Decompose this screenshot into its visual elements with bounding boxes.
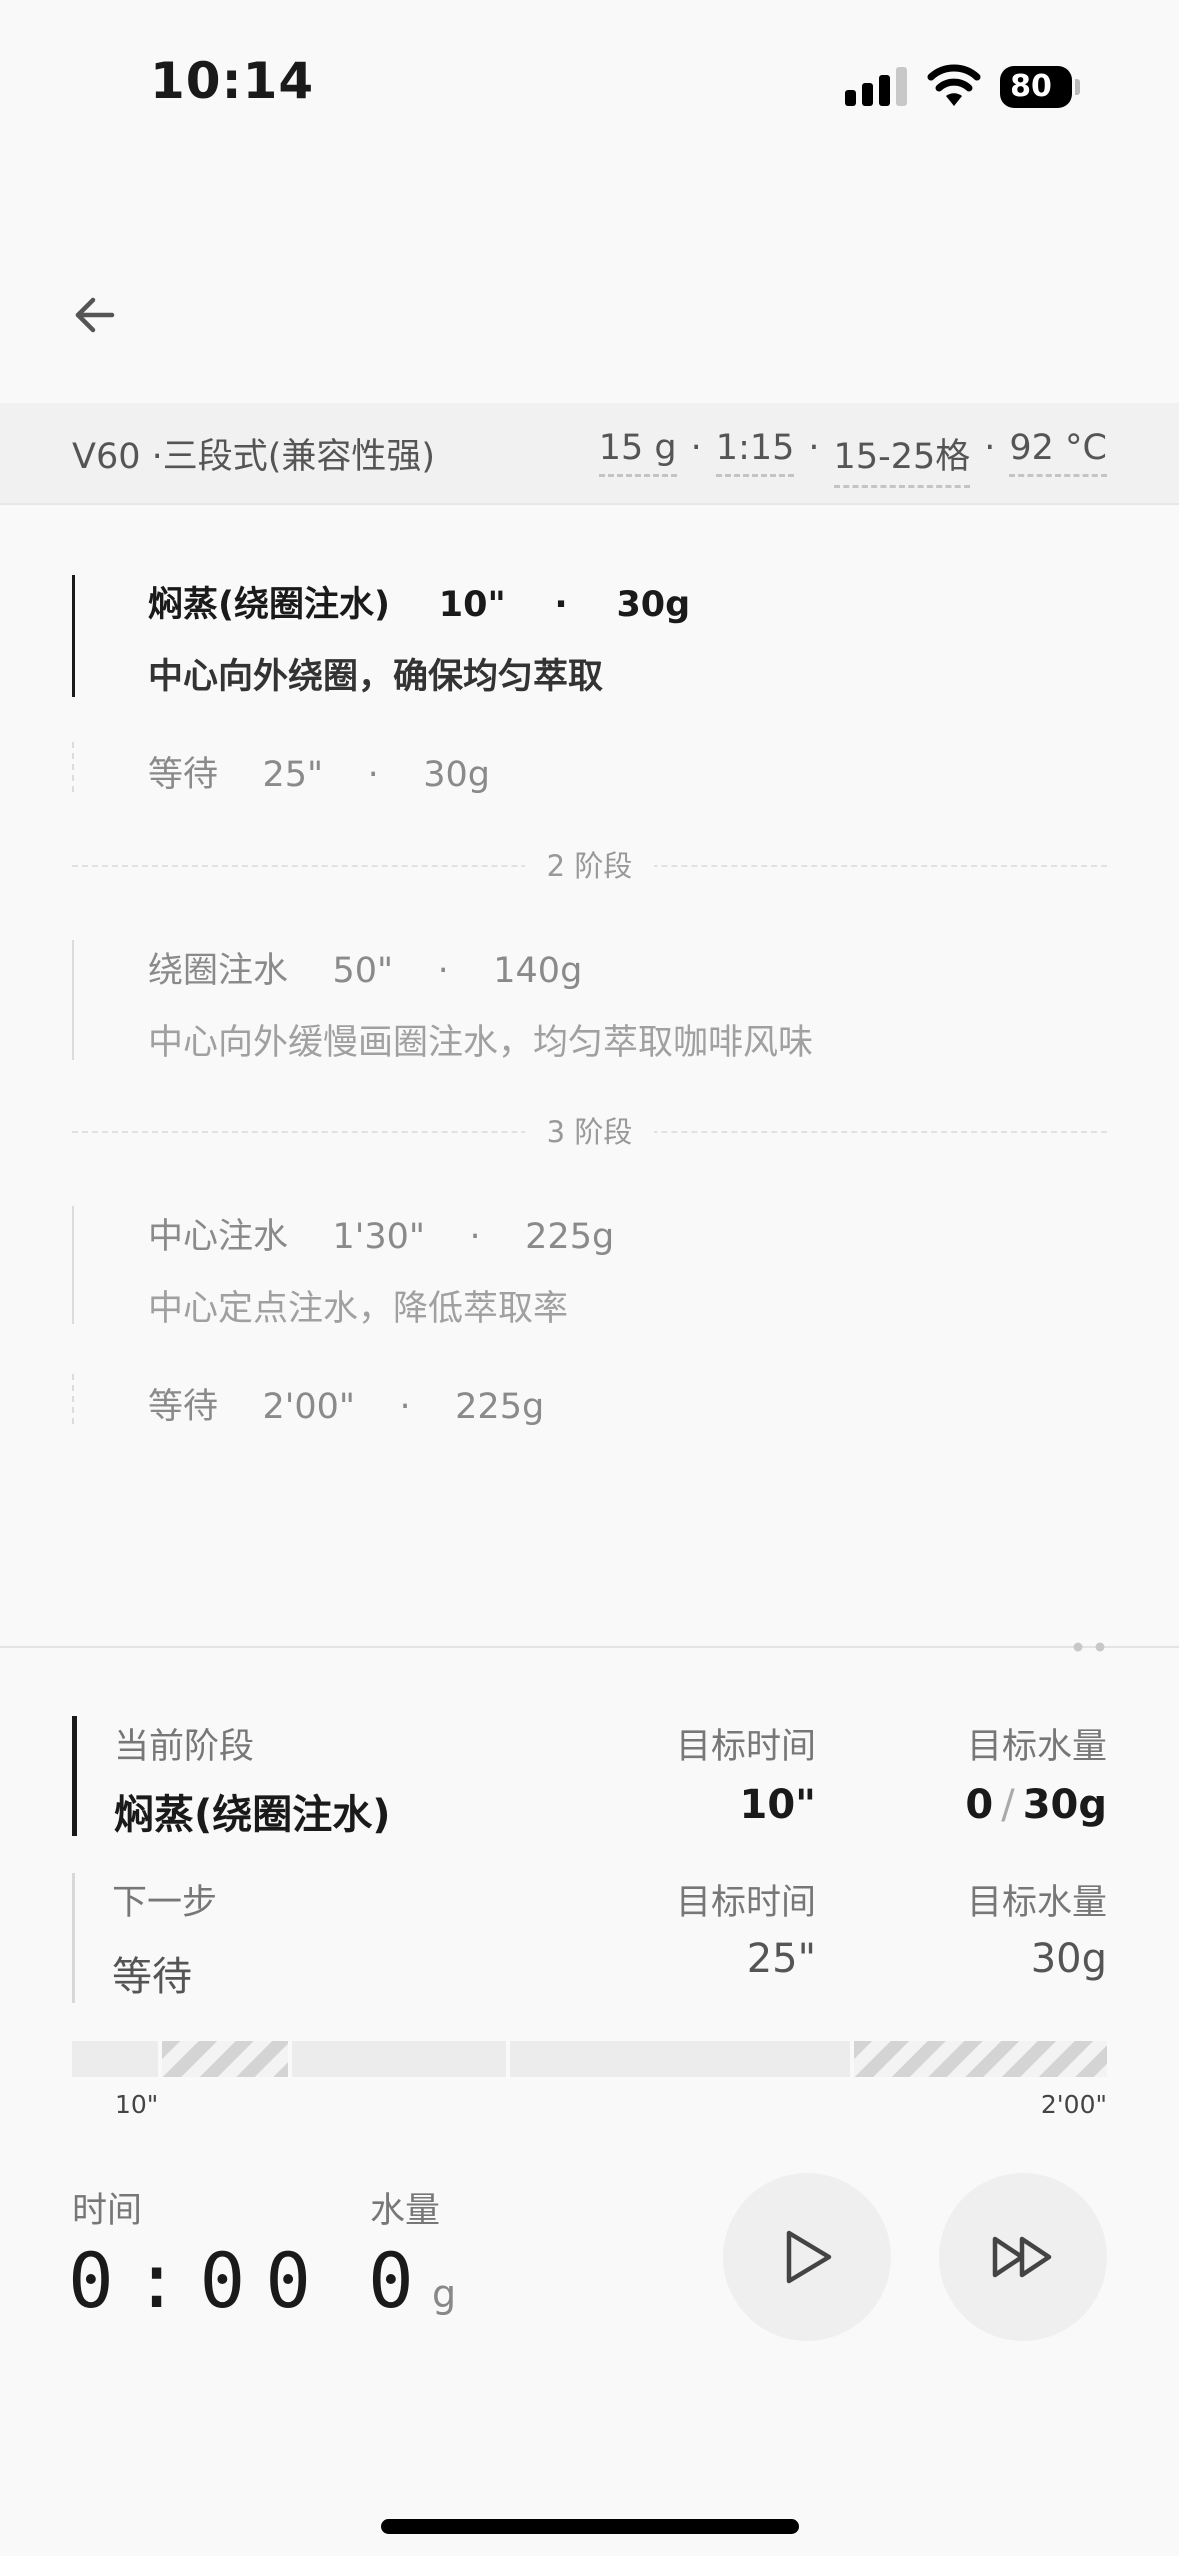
skip-button[interactable] — [939, 2173, 1107, 2341]
next-step-name: 等待 — [112, 1954, 192, 2000]
param-grind[interactable]: 15-25格 — [833, 428, 971, 488]
play-button[interactable] — [723, 2173, 891, 2341]
next-time-label: 目标时间 — [675, 1883, 816, 1923]
progress-segment — [162, 2041, 288, 2077]
water-unit: g — [432, 2272, 457, 2316]
progress-segment — [854, 2041, 1107, 2077]
battery-icon: 80 — [1000, 66, 1080, 108]
target-time-value: 10" — [739, 1782, 816, 1828]
next-time-value: 25" — [746, 1936, 816, 1982]
step-title: 等待 2'00" · 225g — [148, 1387, 545, 1427]
fast-forward-icon — [992, 2236, 1052, 2278]
brew-progress-bar — [72, 2041, 1107, 2077]
target-time-label: 目标时间 — [675, 1727, 816, 1767]
step-title: 等待 25" · 30g — [148, 755, 491, 795]
arrow-left-icon — [75, 297, 115, 333]
step-title: 焖蒸(绕圈注水) 10" · 30g — [148, 585, 691, 625]
step-note: 中心向外绕圈，确保均匀萃取 — [148, 657, 604, 697]
step-title: 中心注水 1'30" · 225g — [148, 1217, 615, 1257]
current-stage-label: 当前阶段 — [114, 1727, 255, 1767]
next-water-label: 目标水量 — [966, 1883, 1107, 1923]
progress-start-label: 10" — [115, 2090, 159, 2119]
progress-segment — [292, 2041, 506, 2077]
current-stage-name: 焖蒸(绕圈注水) — [114, 1792, 391, 1838]
wifi-icon — [927, 64, 981, 106]
param-temperature[interactable]: 92 °C — [1009, 428, 1107, 477]
battery-level: 80 — [1010, 69, 1052, 104]
param-ratio[interactable]: 1:15 — [715, 428, 795, 477]
recipe-bar: V60 ·三段式(兼容性强) 15 g · 1:15 · 15-25格 · 92 °C — [0, 403, 1179, 505]
recipe-params: 15 g · 1:15 · 15-25格 · 92 °C — [598, 428, 1107, 488]
step-title: 绕圈注水 50" · 140g — [148, 951, 583, 991]
progress-segment — [72, 2041, 158, 2077]
param-dose[interactable]: 15 g — [598, 428, 677, 477]
target-water-label: 目标水量 — [966, 1727, 1107, 1767]
time-label: 时间 — [72, 2191, 143, 2231]
home-indicator[interactable] — [381, 2519, 799, 2534]
step-note: 中心定点注水，降低萃取率 — [148, 1289, 569, 1329]
recipe-title: V60 ·三段式(兼容性强) — [72, 437, 436, 477]
stage-label: 3 阶段 — [0, 1109, 1179, 1151]
elapsed-time: 0:00 — [68, 2236, 332, 2325]
progress-end-label: 2'00" — [1040, 2090, 1107, 2119]
active-step-marker — [72, 575, 75, 697]
drag-handle[interactable] — [1072, 1641, 1108, 1653]
poured-water: 0 — [368, 2236, 414, 2325]
status-time: 10:14 — [150, 52, 315, 110]
cellular-signal-icon — [845, 67, 907, 106]
stage-label: 2 阶段 — [0, 843, 1179, 885]
progress-segment — [510, 2041, 850, 2077]
water-label: 水量 — [370, 2191, 441, 2231]
play-icon — [786, 2230, 832, 2284]
panel-divider — [0, 1646, 1179, 1648]
target-water-value: 0/30g — [965, 1782, 1107, 1828]
next-step-label: 下一步 — [112, 1883, 218, 1923]
next-water-value: 30g — [1030, 1936, 1107, 1982]
step-note: 中心向外缓慢画圈注水，均匀萃取咖啡风味 — [148, 1023, 814, 1063]
back-button[interactable] — [64, 285, 124, 345]
